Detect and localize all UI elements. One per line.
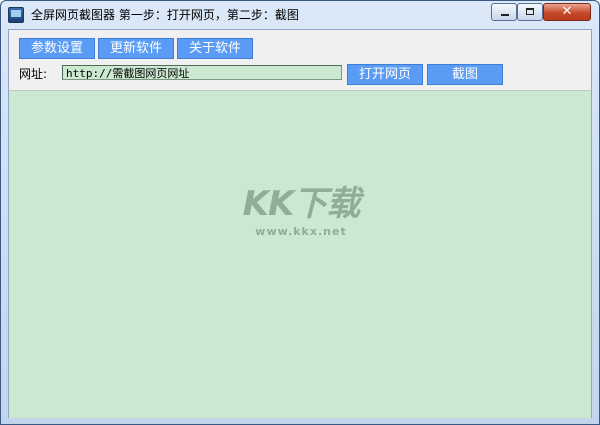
url-label: 网址: bbox=[19, 67, 48, 81]
update-button[interactable]: 更新软件 bbox=[98, 38, 174, 59]
app-icon[interactable] bbox=[8, 7, 24, 23]
client-area: 参数设置 更新软件 关于软件 网址: 打开网页 截图 KK下载 www.kkx.… bbox=[8, 29, 592, 418]
params-button[interactable]: 参数设置 bbox=[19, 38, 95, 59]
close-button[interactable]: ✕ bbox=[543, 3, 591, 21]
url-input[interactable] bbox=[62, 65, 342, 80]
watermark-site: www.kkx.net bbox=[255, 225, 347, 238]
title-bar[interactable]: 全屏网页截图器 第一步：打开网页，第二步：截图 ✕ bbox=[1, 1, 599, 29]
capture-button[interactable]: 截图 bbox=[427, 64, 503, 85]
watermark-brand: KK下载 bbox=[242, 184, 361, 224]
web-preview-area[interactable]: KK下载 www.kkx.net bbox=[9, 90, 591, 418]
window-title: 全屏网页截图器 第一步：打开网页，第二步：截图 bbox=[31, 8, 299, 22]
maximize-button[interactable] bbox=[517, 3, 543, 21]
close-icon: ✕ bbox=[561, 4, 573, 19]
open-page-button[interactable]: 打开网页 bbox=[347, 64, 423, 85]
maximize-icon bbox=[526, 8, 534, 15]
minimize-button[interactable] bbox=[491, 3, 517, 21]
app-window: 全屏网页截图器 第一步：打开网页，第二步：截图 ✕ 参数设置 更新软件 关于软件… bbox=[0, 0, 600, 425]
screen-shape bbox=[11, 10, 21, 17]
minimize-icon bbox=[501, 14, 509, 16]
about-button[interactable]: 关于软件 bbox=[177, 38, 253, 59]
watermark-logo: KK下载 www.kkx.net bbox=[241, 185, 361, 245]
